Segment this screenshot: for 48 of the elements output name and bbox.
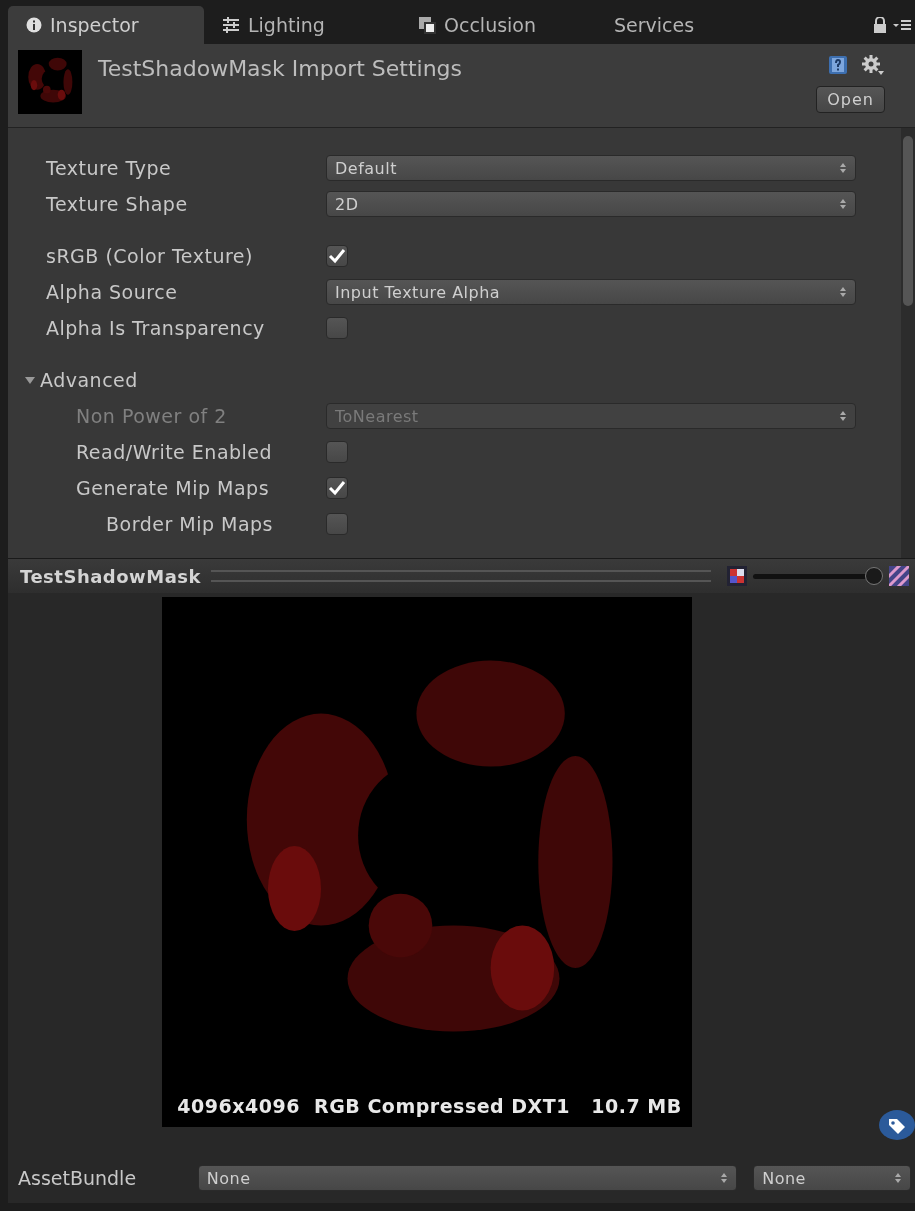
open-button[interactable]: Open — [816, 86, 885, 113]
window-title: TestShadowMask Import Settings — [98, 56, 463, 83]
settings-icon[interactable] — [861, 54, 885, 76]
field-label: Texture Shape — [46, 193, 188, 215]
slider-thumb[interactable] — [865, 567, 883, 585]
squares-icon — [418, 16, 436, 34]
sliders-icon — [222, 17, 240, 33]
dropdown-arrows-icon — [839, 162, 847, 174]
field-label: AssetBundle — [18, 1167, 138, 1189]
checkbox[interactable] — [326, 245, 348, 267]
preview-title: TestShadowMask — [20, 565, 201, 587]
help-book-icon[interactable] — [827, 54, 849, 76]
checkbox[interactable] — [326, 441, 348, 463]
dropdown[interactable]: None — [197, 1165, 738, 1191]
tab[interactable]: Lighting — [204, 6, 400, 44]
texture-info: 4096x4096 RGB Compressed DXT1 10.7 MB — [176, 1095, 683, 1117]
checker-icon[interactable] — [727, 566, 747, 586]
tab[interactable]: Occlusion — [400, 6, 596, 44]
foldout-label[interactable]: Advanced — [40, 369, 138, 391]
tab[interactable]: Inspector — [8, 6, 204, 44]
dropdown-arrows-icon — [839, 410, 847, 422]
dropdown[interactable]: 2D — [326, 191, 856, 217]
info-icon — [26, 17, 42, 33]
field-label: Border Mip Maps — [106, 513, 273, 535]
field-label: Generate Mip Maps — [76, 477, 270, 499]
checkbox[interactable] — [326, 317, 348, 339]
field-label: Alpha Source — [46, 281, 178, 303]
checker-icon[interactable] — [889, 566, 909, 586]
field-label: sRGB (Color Texture) — [46, 245, 253, 267]
field-label: Non Power of 2 — [76, 405, 227, 427]
dropdown-arrows-icon — [720, 1172, 729, 1184]
field-label: Texture Type — [46, 157, 172, 179]
menu-icon[interactable] — [893, 18, 911, 32]
dropdown-arrows-icon — [894, 1172, 902, 1184]
tab[interactable]: Services — [596, 6, 792, 44]
field-label: Alpha Is Transparency — [46, 317, 265, 339]
dropdown[interactable]: Default — [326, 155, 856, 181]
dropdown[interactable]: None — [753, 1165, 911, 1191]
drag-handle[interactable] — [210, 570, 711, 582]
foldout-arrow-icon[interactable] — [24, 374, 36, 386]
scrollbar[interactable] — [901, 128, 915, 558]
field-label: Read/Write Enabled — [76, 441, 273, 463]
dropdown[interactable]: Input Texture Alpha — [326, 279, 856, 305]
checkbox[interactable] — [326, 513, 348, 535]
dropdown-arrows-icon — [839, 286, 847, 298]
lock-icon[interactable] — [873, 17, 887, 33]
dropdown-arrows-icon — [839, 198, 847, 210]
checkbox[interactable] — [326, 477, 348, 499]
